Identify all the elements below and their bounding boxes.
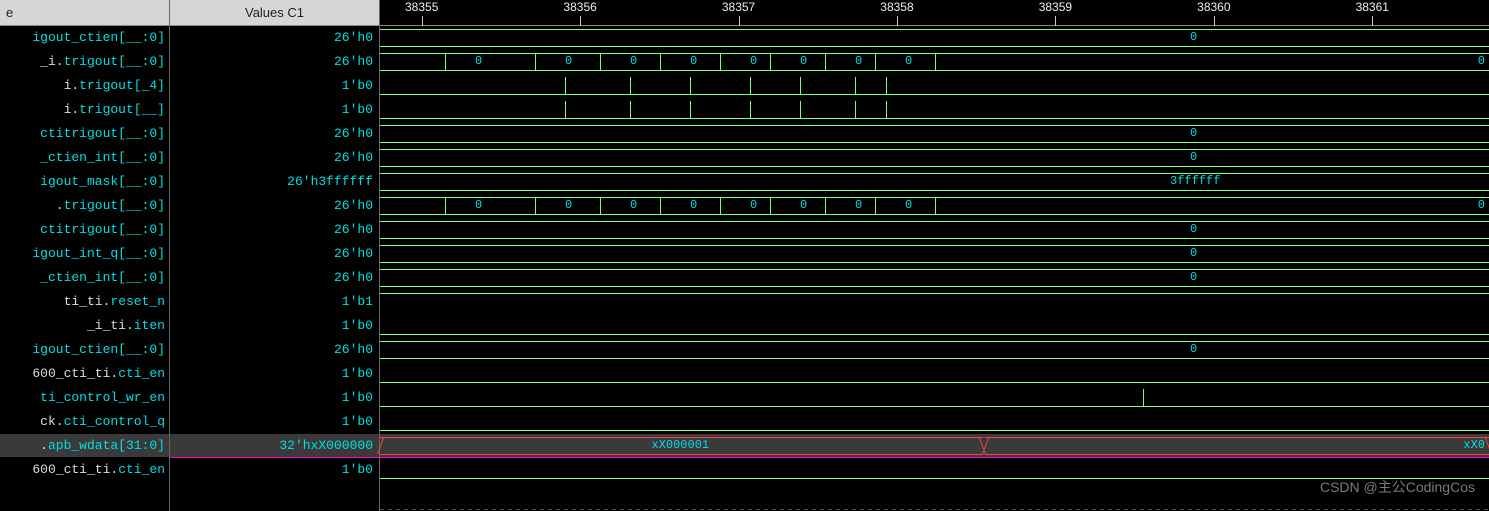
waveform-row[interactable]: 0 bbox=[380, 218, 1489, 242]
waveform-row[interactable]: 000000000 bbox=[380, 194, 1489, 218]
signal-value-cell: 26'h0 bbox=[170, 338, 379, 362]
signal-value-cell: 26'h0 bbox=[170, 218, 379, 242]
signal-name-row[interactable]: igout_ctien[__:0] bbox=[0, 338, 169, 362]
signal-name-row[interactable]: _i.trigout[__:0] bbox=[0, 50, 169, 74]
signal-name-row[interactable]: igout_int_q[__:0] bbox=[0, 242, 169, 266]
time-ruler[interactable]: 38355383563835738358383593836038361 bbox=[380, 0, 1489, 26]
values-column-header: Values C1 bbox=[170, 0, 379, 26]
signal-value-cell: 1'b0 bbox=[170, 314, 379, 338]
signal-name-row[interactable]: .apb_wdata[31:0] bbox=[0, 434, 169, 458]
waveform-row[interactable] bbox=[380, 98, 1489, 122]
signal-name-row[interactable]: ti_control_wr_en bbox=[0, 386, 169, 410]
signal-name-row[interactable]: i.trigout[_4] bbox=[0, 74, 169, 98]
signal-value-cell: 26'h0 bbox=[170, 50, 379, 74]
waveform-row[interactable]: 3ffffff bbox=[380, 170, 1489, 194]
signal-value-cell: 1'b0 bbox=[170, 74, 379, 98]
waveform-area[interactable]: 0000000000003ffffff0000000000000xX000001… bbox=[380, 26, 1489, 482]
signal-name-row[interactable]: igout_mask[__:0] bbox=[0, 170, 169, 194]
name-column-header: e bbox=[0, 0, 169, 26]
waveform-row[interactable]: 0 bbox=[380, 26, 1489, 50]
signal-name-row[interactable]: ti_ti.reset_n bbox=[0, 290, 169, 314]
signal-value-cell: 26'h0 bbox=[170, 26, 379, 50]
waveform-row[interactable]: 0 bbox=[380, 146, 1489, 170]
signal-name-row[interactable]: .trigout[__:0] bbox=[0, 194, 169, 218]
signal-value-cell: 26'h0 bbox=[170, 266, 379, 290]
signal-name-row[interactable]: i.trigout[__] bbox=[0, 98, 169, 122]
signal-name-row[interactable]: ck.cti_control_q bbox=[0, 410, 169, 434]
waveform-row[interactable]: 0 bbox=[380, 266, 1489, 290]
signal-name-row[interactable]: igout_ctien[__:0] bbox=[0, 26, 169, 50]
waveform-row[interactable] bbox=[380, 386, 1489, 410]
signal-value-cell: 32'hxX000000 bbox=[170, 434, 379, 458]
signal-value-cell: 26'h0 bbox=[170, 194, 379, 218]
signal-name-row[interactable]: 600_cti_ti.cti_en bbox=[0, 458, 169, 482]
watermark: CSDN @主公CodingCos bbox=[1320, 477, 1475, 497]
signal-name-row[interactable]: _ctien_int[__:0] bbox=[0, 146, 169, 170]
signal-name-row[interactable]: ctitrigout[__:0] bbox=[0, 122, 169, 146]
signal-name-row[interactable]: _i_ti.iten bbox=[0, 314, 169, 338]
waveform-row[interactable]: 0 bbox=[380, 338, 1489, 362]
signal-value-cell: 1'b0 bbox=[170, 458, 379, 482]
signal-value-cell: 26'h0 bbox=[170, 242, 379, 266]
signal-name-row[interactable]: _ctien_int[__:0] bbox=[0, 266, 169, 290]
waveform-row[interactable]: xX000001xX0 bbox=[380, 434, 1489, 458]
signal-value-cell: 1'b0 bbox=[170, 410, 379, 434]
waveform-row[interactable] bbox=[380, 410, 1489, 434]
signal-value-cell: 1'b1 bbox=[170, 290, 379, 314]
signal-value-cell: 1'b0 bbox=[170, 386, 379, 410]
signal-value-cell: 1'b0 bbox=[170, 98, 379, 122]
waveform-row[interactable] bbox=[380, 314, 1489, 338]
signal-value-cell: 26'h0 bbox=[170, 122, 379, 146]
waveform-row[interactable]: 0 bbox=[380, 122, 1489, 146]
signal-value-cell: 26'h3ffffff bbox=[170, 170, 379, 194]
signal-name-row[interactable]: ctitrigout[__:0] bbox=[0, 218, 169, 242]
waveform-row[interactable]: 0 bbox=[380, 242, 1489, 266]
signal-name-row[interactable]: 600_cti_ti.cti_en bbox=[0, 362, 169, 386]
waveform-row[interactable] bbox=[380, 362, 1489, 386]
waveform-row[interactable]: 000000000 bbox=[380, 50, 1489, 74]
signal-value-cell: 1'b0 bbox=[170, 362, 379, 386]
waveform-row[interactable] bbox=[380, 74, 1489, 98]
signal-value-cell: 26'h0 bbox=[170, 146, 379, 170]
waveform-row[interactable] bbox=[380, 290, 1489, 314]
